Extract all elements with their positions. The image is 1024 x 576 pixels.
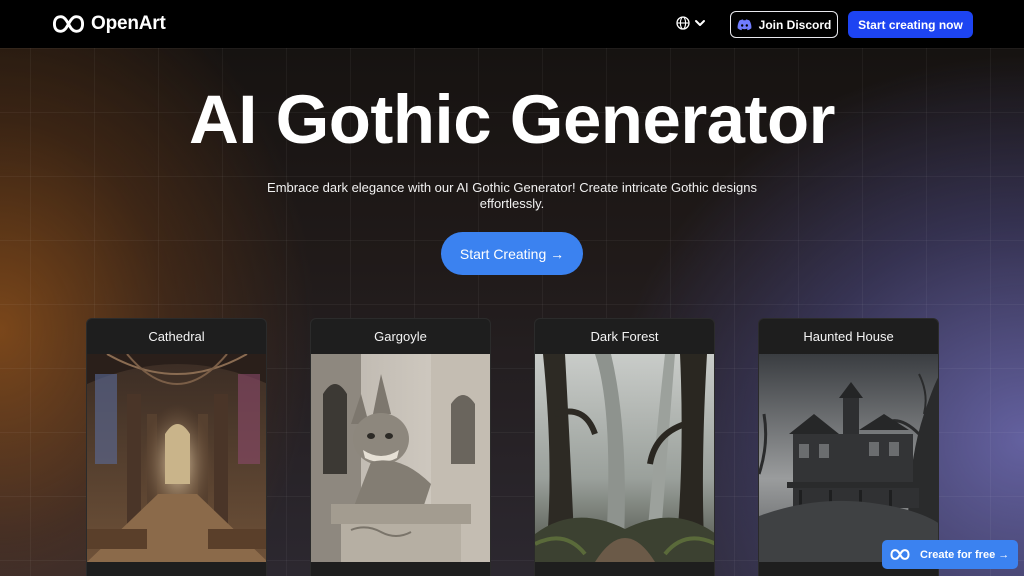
join-discord-label: Join Discord	[758, 17, 832, 32]
create-for-free-button[interactable]: Create for free →	[882, 540, 1018, 569]
brand-name: OpenArt	[91, 13, 166, 34]
brand-logo[interactable]: OpenArt	[52, 13, 166, 35]
card-title: Gargoyle	[374, 329, 427, 344]
join-discord-button[interactable]: Join Discord	[730, 11, 838, 38]
infinity-logo-icon	[890, 549, 910, 560]
cathedral-image	[87, 354, 266, 562]
infinity-logo-icon	[52, 15, 85, 33]
card-cathedral[interactable]: Cathedral	[86, 318, 267, 576]
chevron-down-icon	[695, 20, 705, 26]
top-nav: OpenArt Join Discord Start creating now	[0, 0, 1024, 48]
create-for-free-label: Create for free →	[920, 548, 1010, 561]
gargoyle-image	[311, 354, 490, 562]
card-title: Cathedral	[148, 329, 205, 344]
start-creating-button[interactable]: Start Creating →	[441, 232, 583, 275]
discord-icon	[737, 19, 752, 30]
card-haunted-house[interactable]: Haunted House	[758, 318, 939, 576]
card-gargoyle[interactable]: Gargoyle	[310, 318, 491, 576]
dark-forest-image	[535, 354, 714, 562]
language-selector[interactable]	[676, 16, 706, 30]
page-title: AI Gothic Generator	[188, 81, 836, 158]
page-subtitle: Embrace dark elegance with our AI Gothic…	[267, 180, 757, 211]
card-dark-forest[interactable]: Dark Forest	[534, 318, 715, 576]
globe-icon	[676, 16, 690, 30]
start-creating-now-button[interactable]: Start creating now	[848, 11, 973, 38]
haunted-house-image	[759, 354, 938, 562]
card-title: Haunted House	[803, 329, 894, 344]
card-title: Dark Forest	[590, 329, 659, 344]
